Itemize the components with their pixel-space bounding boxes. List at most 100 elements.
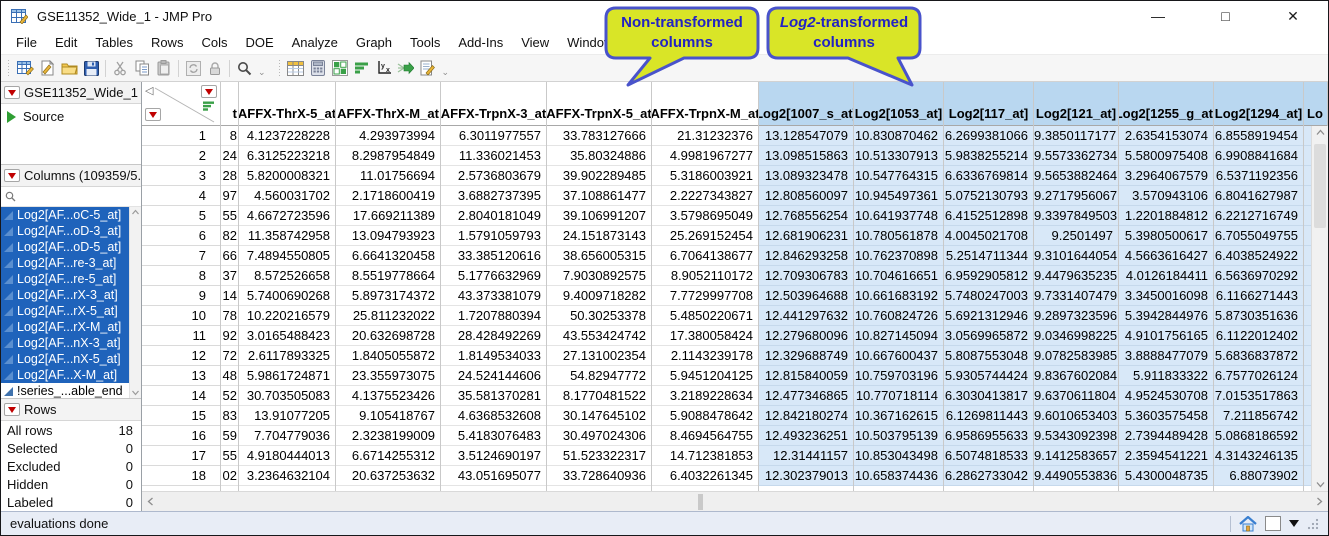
table-cell[interactable]: 13.098515863 bbox=[759, 146, 853, 166]
table-cell[interactable]: 5.9838255214 bbox=[944, 146, 1033, 166]
table-cell[interactable]: 6.6336769814 bbox=[944, 166, 1033, 186]
scroll-right-icon[interactable] bbox=[1316, 496, 1323, 507]
table-cell[interactable]: 28.428492269 bbox=[441, 326, 546, 346]
table-cell[interactable]: 1.8405055872 bbox=[336, 346, 440, 366]
table-cell[interactable]: 33.728640936 bbox=[547, 466, 651, 486]
table-cell[interactable]: 7.9030892575 bbox=[547, 266, 651, 286]
table-cell[interactable]: 6.2212716749 bbox=[1214, 206, 1303, 226]
column-header[interactable]: AFFX-ThrX-M_at bbox=[336, 82, 440, 126]
refresh-icon[interactable] bbox=[182, 57, 204, 79]
table-cell[interactable]: 23.355973075 bbox=[336, 366, 440, 386]
column-list-item[interactable]: Log2[AF...nX-5_at] bbox=[1, 351, 141, 367]
new-journal-icon[interactable] bbox=[36, 57, 58, 79]
table-cell[interactable]: 9.3397849503 bbox=[1034, 206, 1118, 226]
table-cell[interactable]: 6.2699381066 bbox=[944, 126, 1033, 146]
table-cell[interactable]: 20.632698728 bbox=[336, 326, 440, 346]
table-cell[interactable]: 2.5736803679 bbox=[441, 166, 546, 186]
table-cell[interactable]: 1.2201884812 bbox=[1119, 206, 1213, 226]
table-cell[interactable]: 55 bbox=[221, 446, 238, 466]
table-cell[interactable]: 5.3186003921 bbox=[652, 166, 758, 186]
table-cell[interactable]: 4.9524530708 bbox=[1119, 386, 1213, 406]
table-cell[interactable]: 59 bbox=[221, 426, 238, 446]
toolbar-overflow-icon[interactable]: ⌄ bbox=[258, 65, 266, 79]
table-cell[interactable]: 10.661683192 bbox=[854, 286, 943, 306]
table-cell[interactable]: 6.4038524922 bbox=[1214, 246, 1303, 266]
table-cell[interactable]: 4.9101756165 bbox=[1119, 326, 1213, 346]
table-cell[interactable]: 10.367162615 bbox=[854, 406, 943, 426]
table-cell[interactable]: 5.8200008321 bbox=[239, 166, 335, 186]
table-cell[interactable]: 5.4300048735 bbox=[1119, 466, 1213, 486]
table-cell[interactable]: 2.6354153074 bbox=[1119, 126, 1213, 146]
menu-edit[interactable]: Edit bbox=[46, 33, 86, 52]
table-cell[interactable]: 3.570943106 bbox=[1119, 186, 1213, 206]
row-number[interactable]: 13 bbox=[142, 366, 220, 386]
table-cell[interactable]: 9.0346998225 bbox=[1034, 326, 1118, 346]
column-list-item[interactable]: Log2[AF...X-M_at] bbox=[1, 367, 141, 383]
table-cell[interactable]: 10.853043498 bbox=[854, 446, 943, 466]
table-cell[interactable]: 9.5653882464 bbox=[1034, 166, 1118, 186]
column-list-item[interactable]: Log2[AF...oC-5_at] bbox=[1, 207, 141, 223]
table-cell[interactable]: 12.681906231 bbox=[759, 226, 853, 246]
table-cell[interactable]: 7.0153517863 bbox=[1214, 386, 1303, 406]
table-cell[interactable]: 10.762370898 bbox=[854, 246, 943, 266]
table-cell[interactable]: 21.31232376 bbox=[652, 126, 758, 146]
vertical-scrollbar[interactable] bbox=[1311, 126, 1328, 491]
table-cell[interactable]: 8.572526658 bbox=[239, 266, 335, 286]
table-cell[interactable]: 6.3125223218 bbox=[239, 146, 335, 166]
table-cell[interactable]: 6.5636970292 bbox=[1214, 266, 1303, 286]
fit-y-by-x-icon[interactable]: yx bbox=[373, 57, 395, 79]
table-cell[interactable]: 6.9592905812 bbox=[944, 266, 1033, 286]
table-cell[interactable]: 5.2514711344 bbox=[944, 246, 1033, 266]
menu-view[interactable]: View bbox=[512, 33, 558, 52]
table-cell[interactable]: 8.5519778664 bbox=[336, 266, 440, 286]
row-number[interactable]: 4 bbox=[142, 186, 220, 206]
table-cell[interactable]: 9.2897323596 bbox=[1034, 306, 1118, 326]
table-cell[interactable]: 35.581370281 bbox=[441, 386, 546, 406]
row-number[interactable]: 12 bbox=[142, 346, 220, 366]
table-cell[interactable]: 3.2964067579 bbox=[1119, 166, 1213, 186]
table-cell[interactable]: 5.911833322 bbox=[1119, 366, 1213, 386]
table-cell[interactable]: 12.477346865 bbox=[759, 386, 853, 406]
table-cell[interactable]: 55 bbox=[221, 206, 238, 226]
table-cell[interactable]: 2.2227343827 bbox=[652, 186, 758, 206]
column-header[interactable]: AFFX-TrpnX-3_at bbox=[441, 82, 546, 126]
table-cell[interactable]: 5.9861724871 bbox=[239, 366, 335, 386]
table-cell[interactable]: 5.0868186592 bbox=[1214, 426, 1303, 446]
script-edit-icon[interactable] bbox=[417, 57, 439, 79]
table-cell[interactable]: 14 bbox=[221, 286, 238, 306]
table-cell[interactable]: 30.703505083 bbox=[239, 386, 335, 406]
table-cell[interactable]: 10.220216579 bbox=[239, 306, 335, 326]
row-number[interactable]: 18 bbox=[142, 466, 220, 486]
row-number[interactable]: 14 bbox=[142, 386, 220, 406]
table-cell[interactable]: 9.3850117177 bbox=[1034, 126, 1118, 146]
table-cell[interactable]: 7.7729997708 bbox=[652, 286, 758, 306]
table-cell[interactable]: 12.441297632 bbox=[759, 306, 853, 326]
menu-doe[interactable]: DOE bbox=[236, 33, 282, 52]
columns-search-input[interactable] bbox=[16, 190, 137, 204]
columns-panel-menu-button[interactable] bbox=[4, 169, 20, 182]
table-cell[interactable]: 39.902289485 bbox=[547, 166, 651, 186]
table-cell[interactable]: 33.783127666 bbox=[547, 126, 651, 146]
menu-rows[interactable]: Rows bbox=[142, 33, 193, 52]
table-cell[interactable]: 5.0752130793 bbox=[944, 186, 1033, 206]
table-cell[interactable]: 25.269152454 bbox=[652, 226, 758, 246]
table-cell[interactable]: 4.5663616427 bbox=[1119, 246, 1213, 266]
table-cell[interactable]: 6.4152512898 bbox=[944, 206, 1033, 226]
copy-icon[interactable] bbox=[131, 57, 153, 79]
table-cell[interactable]: 7.704779036 bbox=[239, 426, 335, 446]
table-cell[interactable]: 2.3594541221 bbox=[1119, 446, 1213, 466]
table-cell[interactable]: 12.846293258 bbox=[759, 246, 853, 266]
table-cell[interactable]: 24.151873143 bbox=[547, 226, 651, 246]
home-icon[interactable] bbox=[1239, 516, 1257, 532]
table-cell[interactable]: 6.2862733042 bbox=[944, 466, 1033, 486]
calculator-icon[interactable] bbox=[307, 57, 329, 79]
rows-panel-menu-button[interactable] bbox=[4, 403, 20, 416]
table-cell[interactable]: 12.302379013 bbox=[759, 466, 853, 486]
table-cell[interactable]: 9.105418767 bbox=[336, 406, 440, 426]
table-cell[interactable]: 4.560031702 bbox=[239, 186, 335, 206]
table-cell[interactable]: 12.31441157 bbox=[759, 446, 853, 466]
table-cell[interactable]: 5.8973174372 bbox=[336, 286, 440, 306]
table-cell[interactable]: 10.780561878 bbox=[854, 226, 943, 246]
table-cell[interactable]: 1.7207880394 bbox=[441, 306, 546, 326]
table-cell[interactable]: 5.5800975408 bbox=[1119, 146, 1213, 166]
